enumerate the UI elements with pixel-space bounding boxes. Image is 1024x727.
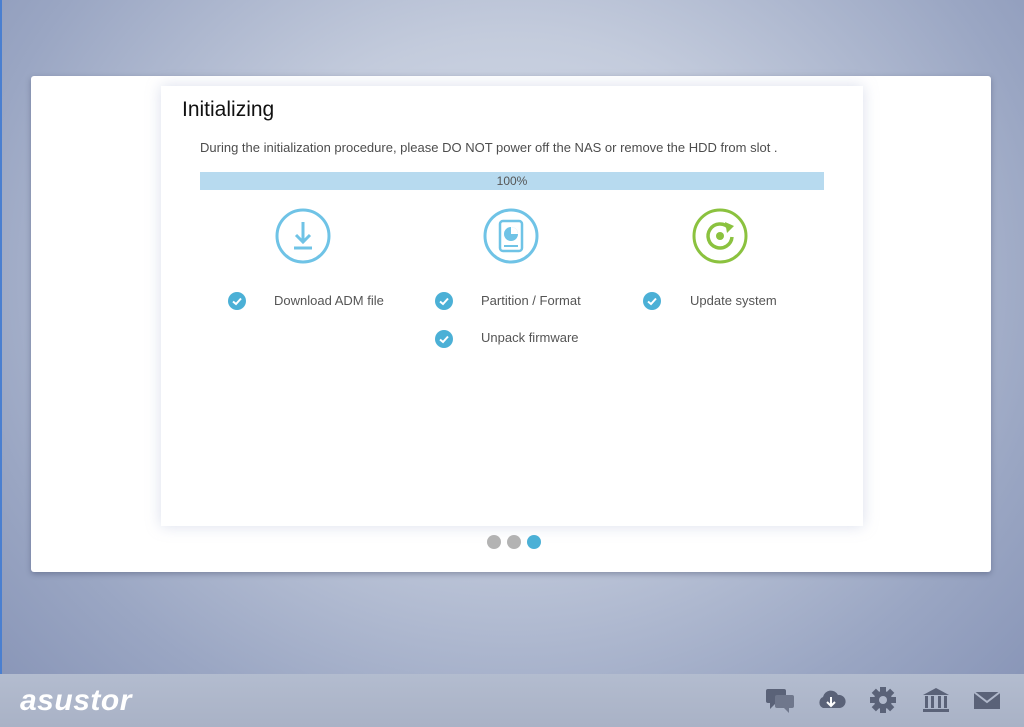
hard-disk-icon — [483, 208, 539, 264]
step-label-download: Download ADM file — [274, 293, 384, 308]
pagination-dot-3[interactable] — [527, 535, 541, 549]
check-icon — [435, 330, 453, 348]
refresh-icon — [692, 208, 748, 264]
chat-icon[interactable] — [764, 686, 796, 714]
initialization-panel: Initializing During the initialization p… — [31, 76, 991, 572]
check-icon — [643, 292, 661, 310]
check-icon — [435, 292, 453, 310]
mail-icon[interactable] — [971, 686, 1003, 714]
asustor-logo: asustor — [20, 684, 132, 717]
step-label-partition: Partition / Format — [481, 293, 581, 308]
page-title: Initializing — [182, 98, 275, 121]
window-edge — [0, 0, 2, 727]
bank-icon[interactable] — [920, 686, 952, 714]
warning-description: During the initialization procedure, ple… — [200, 140, 778, 155]
step-label-unpack: Unpack firmware — [481, 330, 579, 345]
pagination-dot-1[interactable] — [487, 535, 501, 549]
gear-icon[interactable] — [867, 686, 899, 714]
cloud-icon[interactable] — [815, 686, 847, 714]
check-icon — [228, 292, 246, 310]
progress-label: 100% — [496, 174, 528, 188]
pagination-dot-2[interactable] — [507, 535, 521, 549]
progress-bar: 100% — [200, 172, 824, 190]
download-icon — [275, 208, 331, 264]
step-label-update: Update system — [690, 293, 777, 308]
